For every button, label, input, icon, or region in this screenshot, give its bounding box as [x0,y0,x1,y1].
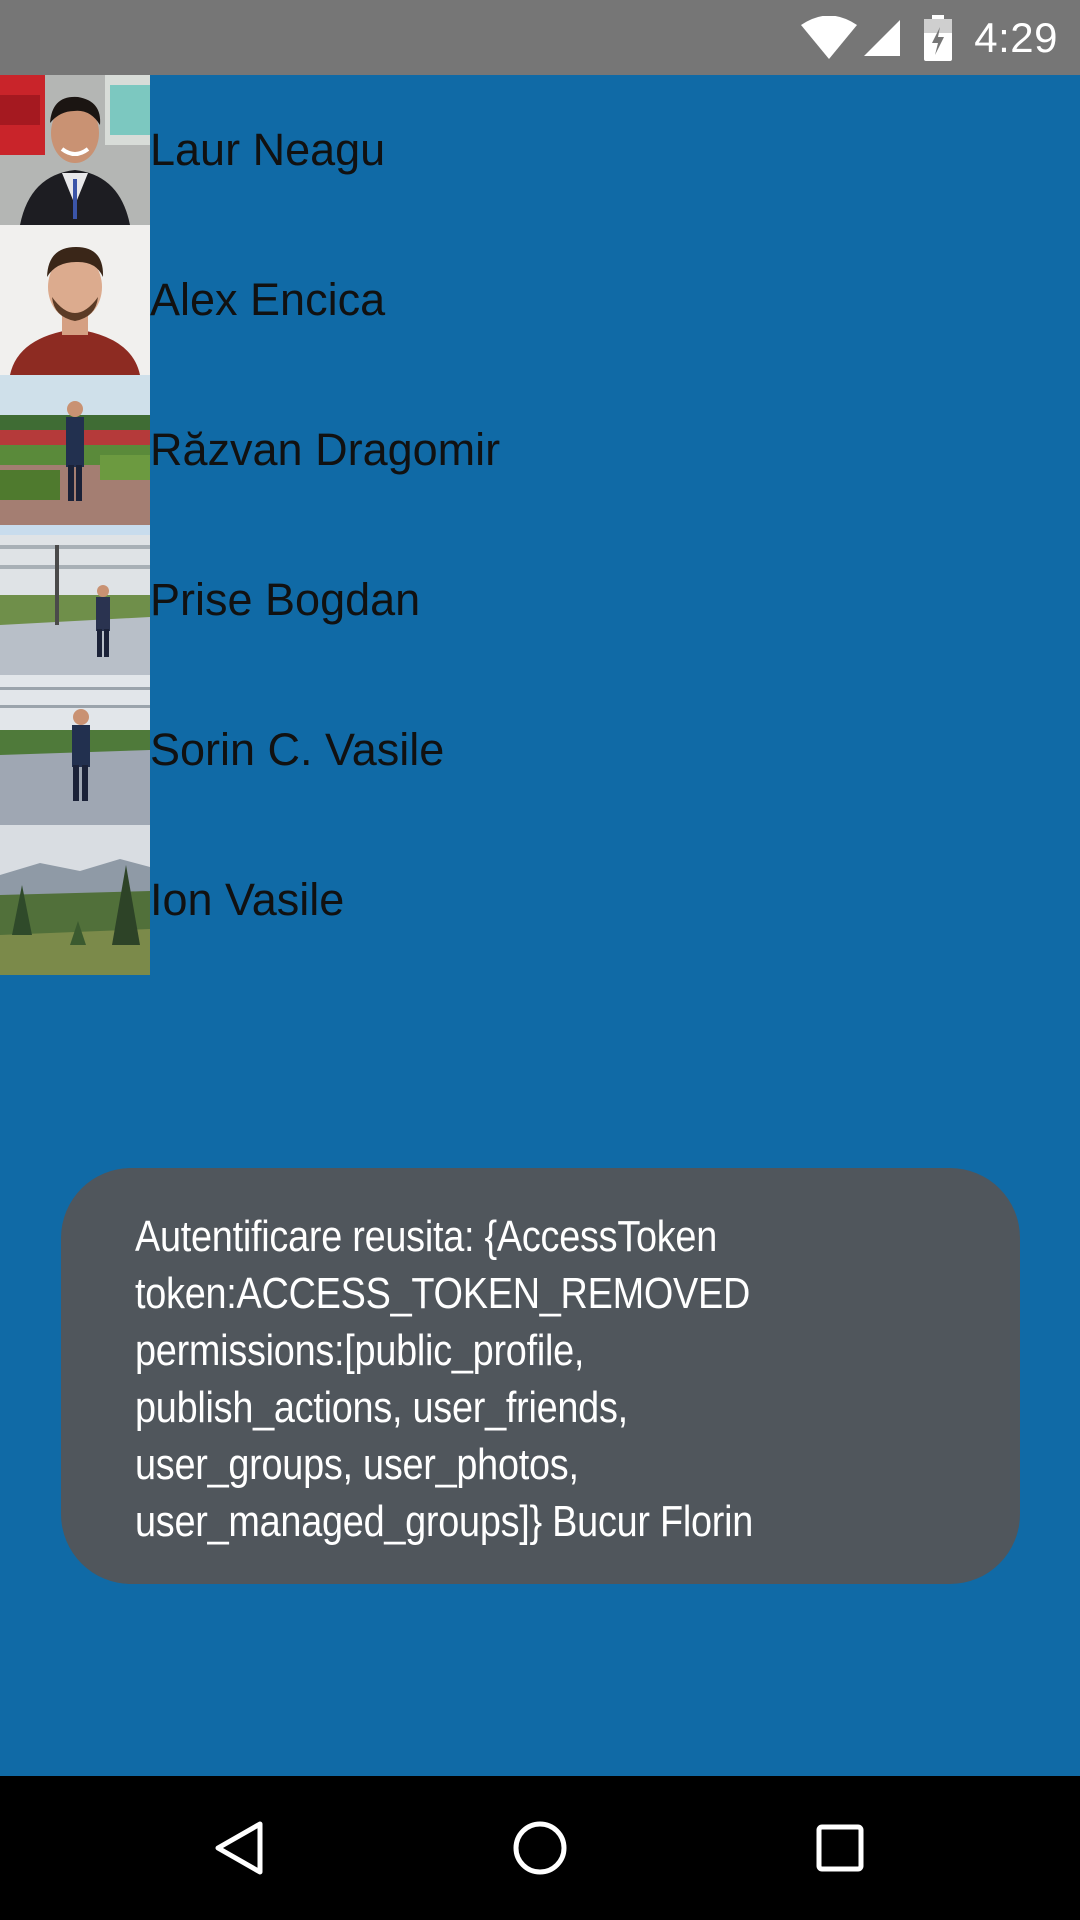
avatar-photo [0,75,150,225]
avatar [0,375,150,525]
friend-name: Sorin C. Vasile [150,724,445,775]
list-item[interactable]: Alex Encica [0,225,1080,375]
toast-message: Autentificare reusita: {AccessToken toke… [61,1168,1020,1584]
list-item[interactable]: Prise Bogdan [0,525,1080,675]
list-item[interactable]: Sorin C. Vasile [0,675,1080,825]
avatar-photo [0,825,150,975]
friend-name: Ion Vasile [150,874,345,925]
wifi-icon [801,15,858,59]
cell-signal-icon [864,19,901,56]
friend-name: Laur Neagu [150,124,386,175]
list-item[interactable]: Laur Neagu [0,75,1080,225]
avatar [0,825,150,975]
friend-name: Alex Encica [150,274,386,325]
clock: 4:29 [974,13,1058,61]
avatar-photo [0,525,150,675]
status-icons: 4:29 [800,0,1058,75]
battery-charging-icon [924,14,953,61]
avatar-photo [0,225,150,375]
friend-name: Prise Bogdan [150,574,421,625]
avatar-photo [0,675,150,825]
avatar [0,675,150,825]
nav-bar [0,1776,1080,1920]
avatar [0,225,150,375]
friend-name: Răzvan Dragomir [150,424,501,475]
avatar [0,525,150,675]
status-bar: 4:29 [0,0,1080,75]
friend-list: Laur Neagu Alex Encica Răzvan Dragomir P… [0,75,1080,975]
back-icon [215,1821,263,1875]
back-button[interactable] [170,1776,310,1920]
list-item[interactable]: Răzvan Dragomir [0,375,1080,525]
toast-text: Autentificare reusita: {AccessToken toke… [135,1212,754,1546]
avatar [0,75,150,225]
avatar-photo [0,375,150,525]
home-button[interactable] [470,1776,610,1920]
recents-button[interactable] [770,1776,910,1920]
list-item[interactable]: Ion Vasile [0,825,1080,975]
recents-icon [816,1824,864,1872]
home-icon [513,1821,567,1875]
